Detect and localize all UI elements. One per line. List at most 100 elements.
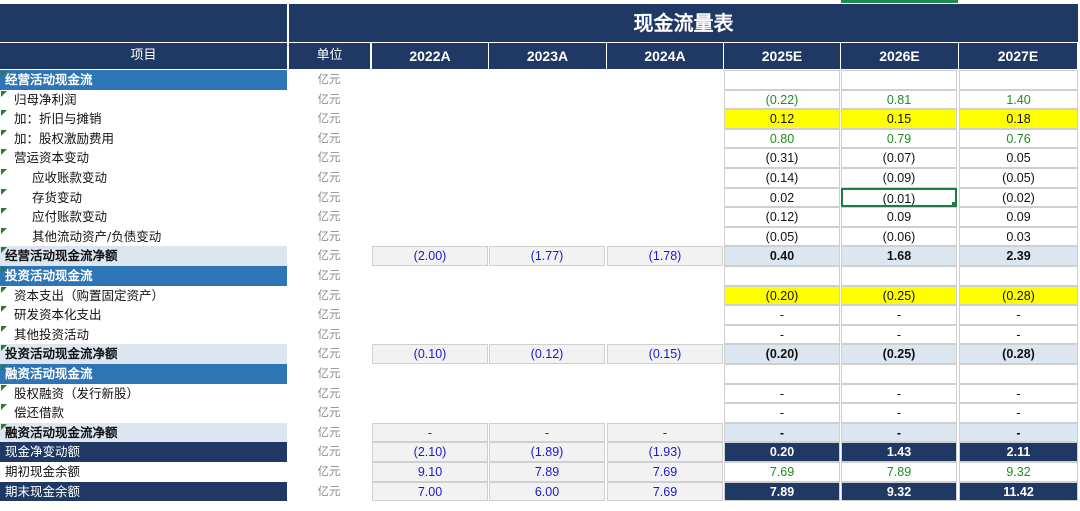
estimate-cell[interactable]: 1.43 xyxy=(841,442,957,462)
header-2022A[interactable]: 2022A xyxy=(372,43,489,69)
unit-cell[interactable]: 亿元 xyxy=(289,148,369,168)
estimate-cell[interactable]: 7.89 xyxy=(724,481,840,502)
estimate-cell[interactable]: (0.12) xyxy=(724,207,840,227)
hist-cell[interactable] xyxy=(372,168,488,188)
hist-cell[interactable] xyxy=(607,90,723,110)
hist-cell[interactable] xyxy=(607,70,723,90)
estimate-cell[interactable] xyxy=(841,266,957,286)
hist-cell[interactable]: - xyxy=(489,422,605,443)
hist-cell[interactable] xyxy=(489,227,605,247)
hist-cell[interactable] xyxy=(372,188,488,208)
unit-cell[interactable]: 亿元 xyxy=(289,403,369,423)
row-label[interactable]: 应付账款变动 xyxy=(0,207,287,227)
hist-cell[interactable] xyxy=(372,325,488,345)
hist-cell[interactable]: 6.00 xyxy=(489,481,605,502)
row-label[interactable]: 研发资本化支出 xyxy=(0,305,287,325)
estimate-cell[interactable]: 0.15 xyxy=(841,109,957,129)
row-label[interactable]: 期末现金余额 xyxy=(0,481,287,502)
hist-cell[interactable] xyxy=(372,266,488,286)
hist-cell[interactable] xyxy=(607,364,723,384)
hist-cell[interactable] xyxy=(372,90,488,110)
estimate-cell[interactable]: (0.14) xyxy=(724,168,840,188)
estimate-cell[interactable]: - xyxy=(724,305,840,325)
estimate-cell[interactable]: - xyxy=(841,383,957,404)
hist-cell[interactable] xyxy=(372,109,488,129)
row-label[interactable]: 存货变动 xyxy=(0,188,287,208)
estimate-cell[interactable]: (0.25) xyxy=(841,285,957,306)
hist-cell[interactable] xyxy=(489,188,605,208)
hist-cell[interactable] xyxy=(489,364,605,384)
estimate-cell[interactable]: (0.02) xyxy=(959,187,1078,208)
hist-cell[interactable] xyxy=(372,286,488,306)
estimate-cell[interactable]: - xyxy=(959,305,1078,325)
unit-cell[interactable]: 亿元 xyxy=(289,70,369,90)
hist-cell[interactable] xyxy=(372,305,488,325)
estimate-cell[interactable]: (0.28) xyxy=(959,344,1078,364)
hist-cell[interactable] xyxy=(489,70,605,90)
unit-cell[interactable]: 亿元 xyxy=(289,109,369,129)
header-item[interactable]: 项目 xyxy=(0,43,288,69)
estimate-cell[interactable]: 0.12 xyxy=(724,109,840,129)
hist-cell[interactable]: 7.89 xyxy=(489,462,605,482)
hist-cell[interactable] xyxy=(607,227,723,247)
estimate-cell[interactable]: 0.05 xyxy=(959,148,1078,168)
hist-cell[interactable]: (1.78) xyxy=(607,246,723,266)
estimate-cell[interactable]: (0.05) xyxy=(959,168,1078,188)
hist-cell[interactable] xyxy=(607,325,723,345)
unit-cell[interactable]: 亿元 xyxy=(289,384,369,404)
estimate-cell[interactable] xyxy=(841,70,957,90)
estimate-cell[interactable]: 0.20 xyxy=(724,442,840,462)
estimate-cell[interactable]: (0.06) xyxy=(841,226,957,247)
unit-cell[interactable]: 亿元 xyxy=(289,246,369,266)
estimate-cell[interactable] xyxy=(959,266,1078,286)
header-unit[interactable]: 单位 xyxy=(289,43,371,69)
unit-cell[interactable]: 亿元 xyxy=(289,207,369,227)
hist-cell[interactable]: (1.93) xyxy=(607,442,723,462)
row-label[interactable]: 偿还借款 xyxy=(0,403,287,423)
estimate-cell[interactable]: (0.20) xyxy=(724,344,840,364)
unit-cell[interactable]: 亿元 xyxy=(289,442,369,462)
hist-cell[interactable] xyxy=(372,70,488,90)
row-label[interactable]: 现金净变动额 xyxy=(0,442,287,462)
estimate-cell[interactable]: 9.32 xyxy=(959,462,1078,482)
unit-cell[interactable]: 亿元 xyxy=(289,325,369,345)
hist-cell[interactable]: (2.00) xyxy=(372,246,488,266)
estimate-cell[interactable]: 0.18 xyxy=(959,109,1078,129)
hist-cell[interactable] xyxy=(607,129,723,149)
unit-cell[interactable]: 亿元 xyxy=(289,305,369,325)
estimate-cell[interactable]: 11.42 xyxy=(959,481,1078,502)
estimate-cell[interactable] xyxy=(959,364,1078,384)
estimate-cell[interactable]: (0.31) xyxy=(724,148,840,168)
unit-cell[interactable]: 亿元 xyxy=(289,462,369,482)
hist-cell[interactable] xyxy=(607,305,723,325)
hist-cell[interactable] xyxy=(607,266,723,286)
hist-cell[interactable]: 9.10 xyxy=(372,462,488,482)
hist-cell[interactable] xyxy=(372,207,488,227)
estimate-cell[interactable]: - xyxy=(724,324,840,345)
hist-cell[interactable] xyxy=(489,168,605,188)
row-label[interactable]: 其他流动资产/负债变动 xyxy=(0,227,287,247)
header-2023A[interactable]: 2023A xyxy=(489,43,607,69)
estimate-cell[interactable]: - xyxy=(841,403,957,423)
estimate-cell[interactable]: 0.09 xyxy=(959,207,1078,227)
estimate-cell[interactable]: - xyxy=(959,324,1078,345)
hist-cell[interactable] xyxy=(489,90,605,110)
hist-cell[interactable] xyxy=(607,148,723,168)
header-2025E[interactable]: 2025E xyxy=(724,43,841,69)
row-label[interactable]: 归母净利润 xyxy=(0,90,287,110)
hist-cell[interactable] xyxy=(607,403,723,423)
estimate-cell[interactable] xyxy=(724,70,840,90)
hist-cell[interactable]: (0.10) xyxy=(372,344,488,364)
estimate-cell[interactable]: 0.81 xyxy=(841,89,957,110)
hist-cell[interactable] xyxy=(489,384,605,404)
estimate-cell[interactable]: - xyxy=(841,305,957,325)
hist-cell[interactable] xyxy=(607,207,723,227)
hist-cell[interactable] xyxy=(607,109,723,129)
unit-cell[interactable]: 亿元 xyxy=(289,90,369,110)
unit-cell[interactable]: 亿元 xyxy=(289,364,369,384)
row-label[interactable]: 资本支出（购置固定资产） xyxy=(0,286,287,306)
estimate-cell[interactable]: - xyxy=(724,383,840,404)
hist-cell[interactable]: - xyxy=(607,422,723,443)
unit-cell[interactable]: 亿元 xyxy=(289,423,369,443)
unit-cell[interactable]: 亿元 xyxy=(289,188,369,208)
